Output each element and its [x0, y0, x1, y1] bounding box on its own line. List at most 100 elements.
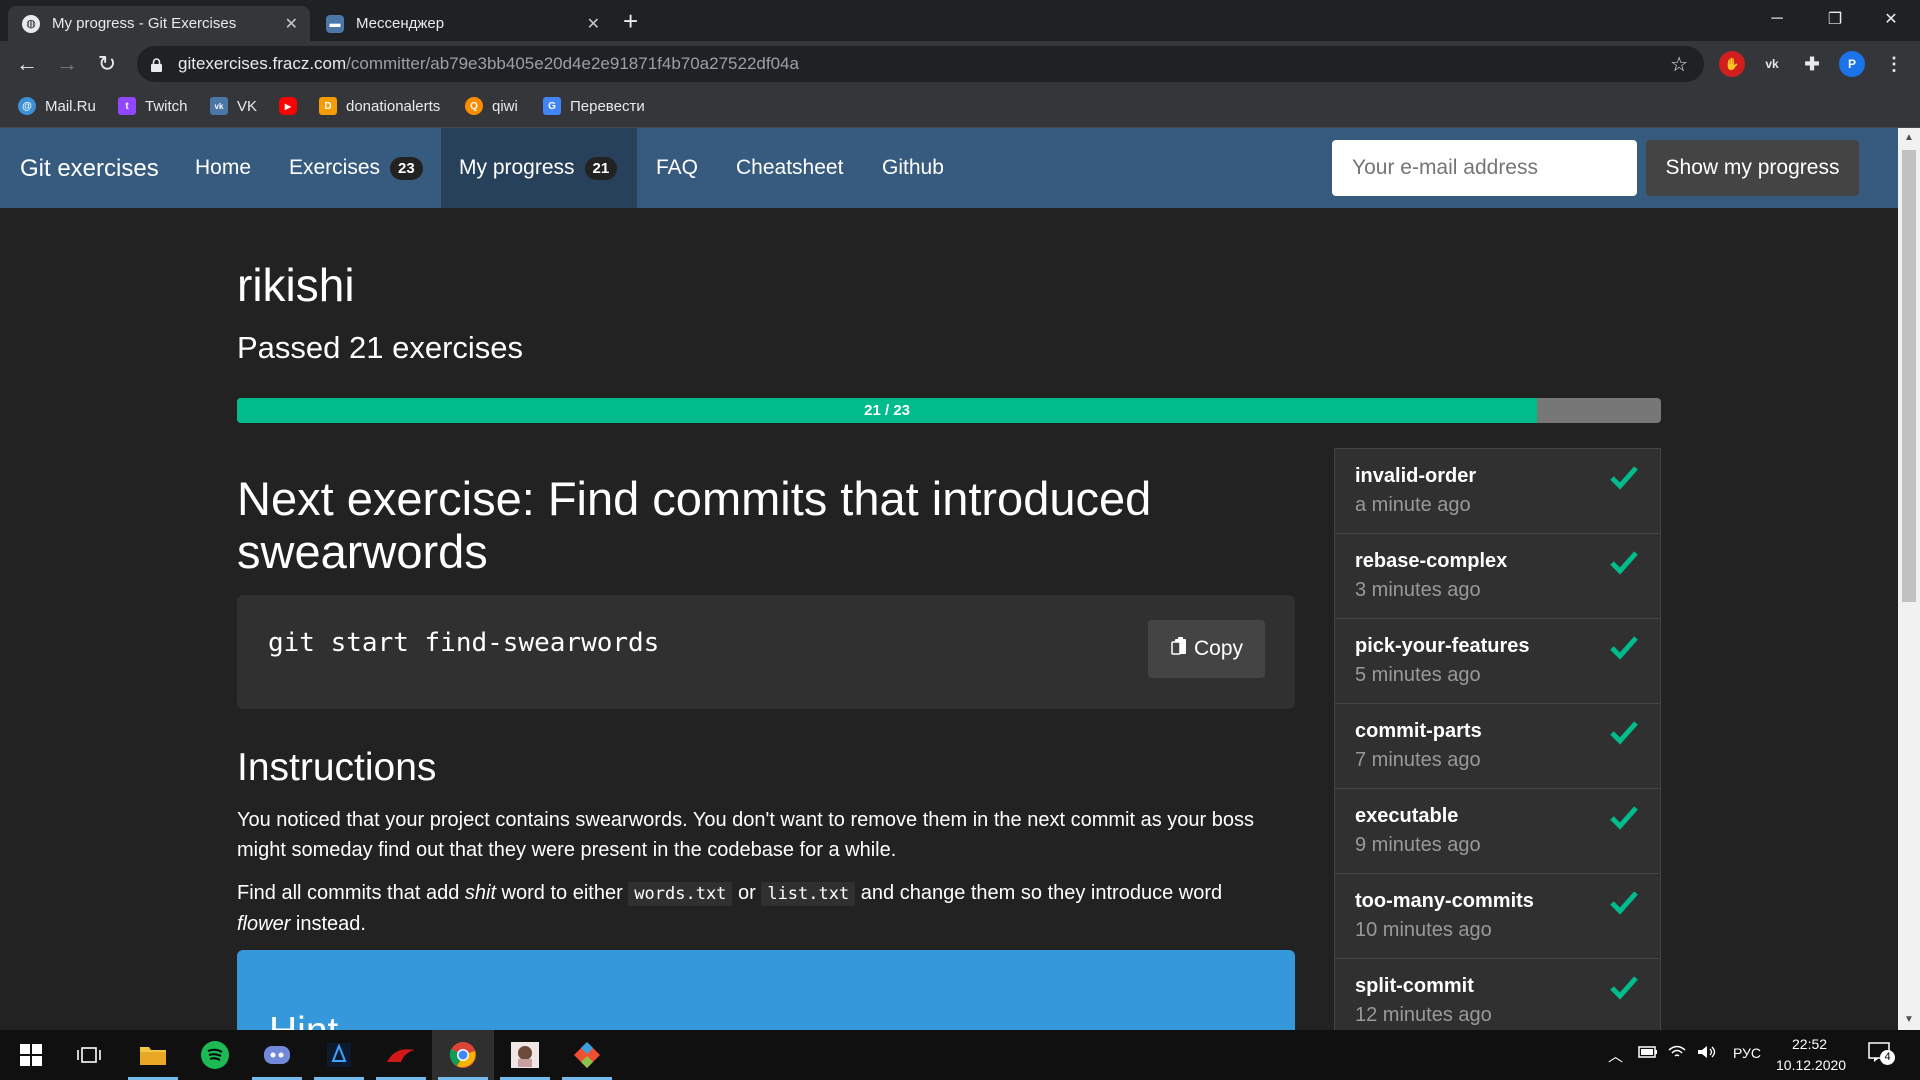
reload-icon[interactable]: ↻	[92, 51, 122, 77]
tab-messenger[interactable]: ▬ Мессенджер ✕	[312, 6, 612, 41]
exercise-time: 3 minutes ago	[1355, 579, 1481, 601]
bookmark-star-icon[interactable]: ☆	[1670, 52, 1688, 77]
text-span: or	[732, 882, 762, 904]
exercise-time: 10 minutes ago	[1355, 919, 1492, 941]
globe-icon: ◍	[22, 14, 40, 33]
minimize-button[interactable]: ─	[1748, 0, 1806, 38]
exercise-time: a minute ago	[1355, 494, 1471, 516]
nav-label: Github	[882, 156, 944, 179]
extensions-puzzle-icon[interactable]: ✚	[1799, 51, 1825, 77]
address-bar[interactable]: gitexercises.fracz.com/committer/ab79e3b…	[137, 46, 1704, 82]
clock-date[interactable]: 10.12.2020	[1776, 1057, 1846, 1073]
bookmark-vk[interactable]: vk VK	[210, 97, 257, 115]
list-item[interactable]: too-many-commits 10 minutes ago	[1334, 873, 1661, 959]
new-tab-button[interactable]: +	[623, 8, 638, 34]
list-item[interactable]: split-commit 12 minutes ago	[1334, 958, 1661, 1030]
nav-faq[interactable]: FAQ	[638, 128, 716, 208]
razer-icon[interactable]	[370, 1030, 432, 1080]
notifications-icon[interactable]: 4	[1868, 1042, 1895, 1067]
bookmark-youtube[interactable]: ▶	[279, 97, 306, 115]
site-brand[interactable]: Git exercises	[20, 155, 159, 183]
bookmark-donationalerts[interactable]: Ddonationalerts	[319, 97, 440, 115]
volume-icon[interactable]	[1697, 1045, 1717, 1062]
translate-icon: G	[543, 97, 561, 115]
profile-avatar[interactable]: P	[1839, 51, 1865, 77]
nav-label: My progress	[459, 156, 575, 179]
list-item[interactable]: executable 9 minutes ago	[1334, 788, 1661, 874]
chrome-icon[interactable]	[432, 1030, 494, 1080]
spotify-icon[interactable]	[184, 1030, 246, 1080]
bookmark-twitch[interactable]: t Twitch	[118, 97, 188, 115]
progress-label: 21 / 23	[864, 402, 911, 419]
bookmark-qiwi[interactable]: Qqiwi	[465, 97, 518, 115]
filename-code: list.txt	[761, 882, 856, 906]
close-window-button[interactable]: ✕	[1862, 0, 1920, 38]
bookmark-translate[interactable]: G Перевести	[543, 97, 645, 115]
exercise-time: 5 minutes ago	[1355, 664, 1481, 686]
nav-label: FAQ	[656, 156, 699, 179]
command-text[interactable]: git start find-swearwords	[268, 628, 659, 658]
notification-count: 4	[1880, 1050, 1895, 1065]
nav-label: Home	[195, 156, 252, 179]
back-arrow-icon[interactable]: ←	[12, 51, 42, 77]
exercise-time: 12 minutes ago	[1355, 1004, 1492, 1026]
text-span: instead.	[290, 913, 366, 935]
bookmarks-bar: @ Mail.Ru t Twitch vk VK ▶ Ddonationalerts …	[0, 87, 1920, 128]
scrollbar-thumb[interactable]	[1902, 150, 1916, 602]
show-progress-button[interactable]: Show my progress	[1646, 140, 1859, 196]
bookmark-label: qiwi	[492, 97, 518, 115]
tab-my-progress[interactable]: ◍ My progress - Git Exercises ✕	[8, 6, 310, 41]
messenger-icon: ▬	[326, 14, 344, 33]
username-heading: rikishi	[237, 259, 355, 311]
exercise-time: 9 minutes ago	[1355, 834, 1481, 856]
copy-button[interactable]: Copy	[1148, 620, 1265, 678]
nav-github[interactable]: Github	[864, 128, 962, 208]
emphasis-word: flower	[237, 913, 291, 935]
list-item[interactable]: invalid-order a minute ago	[1334, 448, 1661, 534]
text-span: word to either	[496, 882, 629, 904]
completed-exercises-list: invalid-order a minute ago rebase-complex…	[1334, 448, 1661, 1030]
adblock-extension-icon[interactable]: ✋	[1719, 51, 1745, 77]
nav-cheatsheet[interactable]: Cheatsheet	[718, 128, 861, 208]
git-icon[interactable]	[556, 1030, 618, 1080]
exercises-count-badge: 23	[390, 156, 423, 180]
task-view-icon[interactable]	[58, 1030, 120, 1080]
menu-kebab-icon[interactable]: ⋮	[1881, 51, 1907, 77]
scroll-down-arrow-icon[interactable]: ▼	[1898, 1010, 1920, 1030]
scroll-up-arrow-icon[interactable]: ▲	[1898, 128, 1920, 148]
text-span: and change them so they introduce word	[855, 882, 1223, 904]
nav-exercises[interactable]: Exercises 23	[271, 128, 441, 208]
input-language[interactable]: РУС	[1733, 1045, 1761, 1061]
checkmark-icon	[1610, 466, 1638, 490]
battlenet-icon[interactable]	[308, 1030, 370, 1080]
progress-bar-fill: 21 / 23	[237, 398, 1538, 423]
battery-icon[interactable]	[1638, 1045, 1658, 1062]
clock-time[interactable]: 22:52	[1792, 1036, 1827, 1052]
youtube-icon: ▶	[279, 97, 297, 115]
list-item[interactable]: rebase-complex 3 minutes ago	[1334, 533, 1661, 619]
windows-start-icon[interactable]	[0, 1030, 62, 1080]
file-explorer-icon[interactable]	[122, 1030, 184, 1080]
bookmark-mailru[interactable]: @ Mail.Ru	[18, 97, 96, 115]
exercise-time: 7 minutes ago	[1355, 749, 1481, 771]
anime-app-icon[interactable]	[494, 1030, 556, 1080]
restore-button[interactable]: ❐	[1806, 0, 1864, 38]
qiwi-icon: Q	[465, 97, 483, 115]
bookmark-label: Twitch	[145, 97, 188, 115]
email-input[interactable]	[1332, 140, 1637, 196]
bookmark-label: Mail.Ru	[45, 97, 96, 115]
progress-bar: 21 / 23	[237, 398, 1661, 423]
close-tab-icon[interactable]: ✕	[285, 14, 298, 34]
tray-chevron-icon[interactable]: ︿	[1608, 1045, 1623, 1066]
close-tab-icon[interactable]: ✕	[587, 14, 600, 34]
wifi-icon[interactable]	[1668, 1045, 1686, 1062]
list-item[interactable]: pick-your-features 5 minutes ago	[1334, 618, 1661, 704]
vk-extension-icon[interactable]: vk	[1759, 51, 1785, 77]
exercise-name: pick-your-features	[1355, 635, 1530, 657]
forward-arrow-icon[interactable]: →	[52, 51, 82, 77]
nav-home[interactable]: Home	[177, 128, 269, 208]
list-item[interactable]: commit-parts 7 minutes ago	[1334, 703, 1661, 789]
discord-icon[interactable]	[246, 1030, 308, 1080]
nav-my-progress[interactable]: My progress 21	[441, 128, 637, 208]
filename-code: words.txt	[628, 882, 733, 906]
